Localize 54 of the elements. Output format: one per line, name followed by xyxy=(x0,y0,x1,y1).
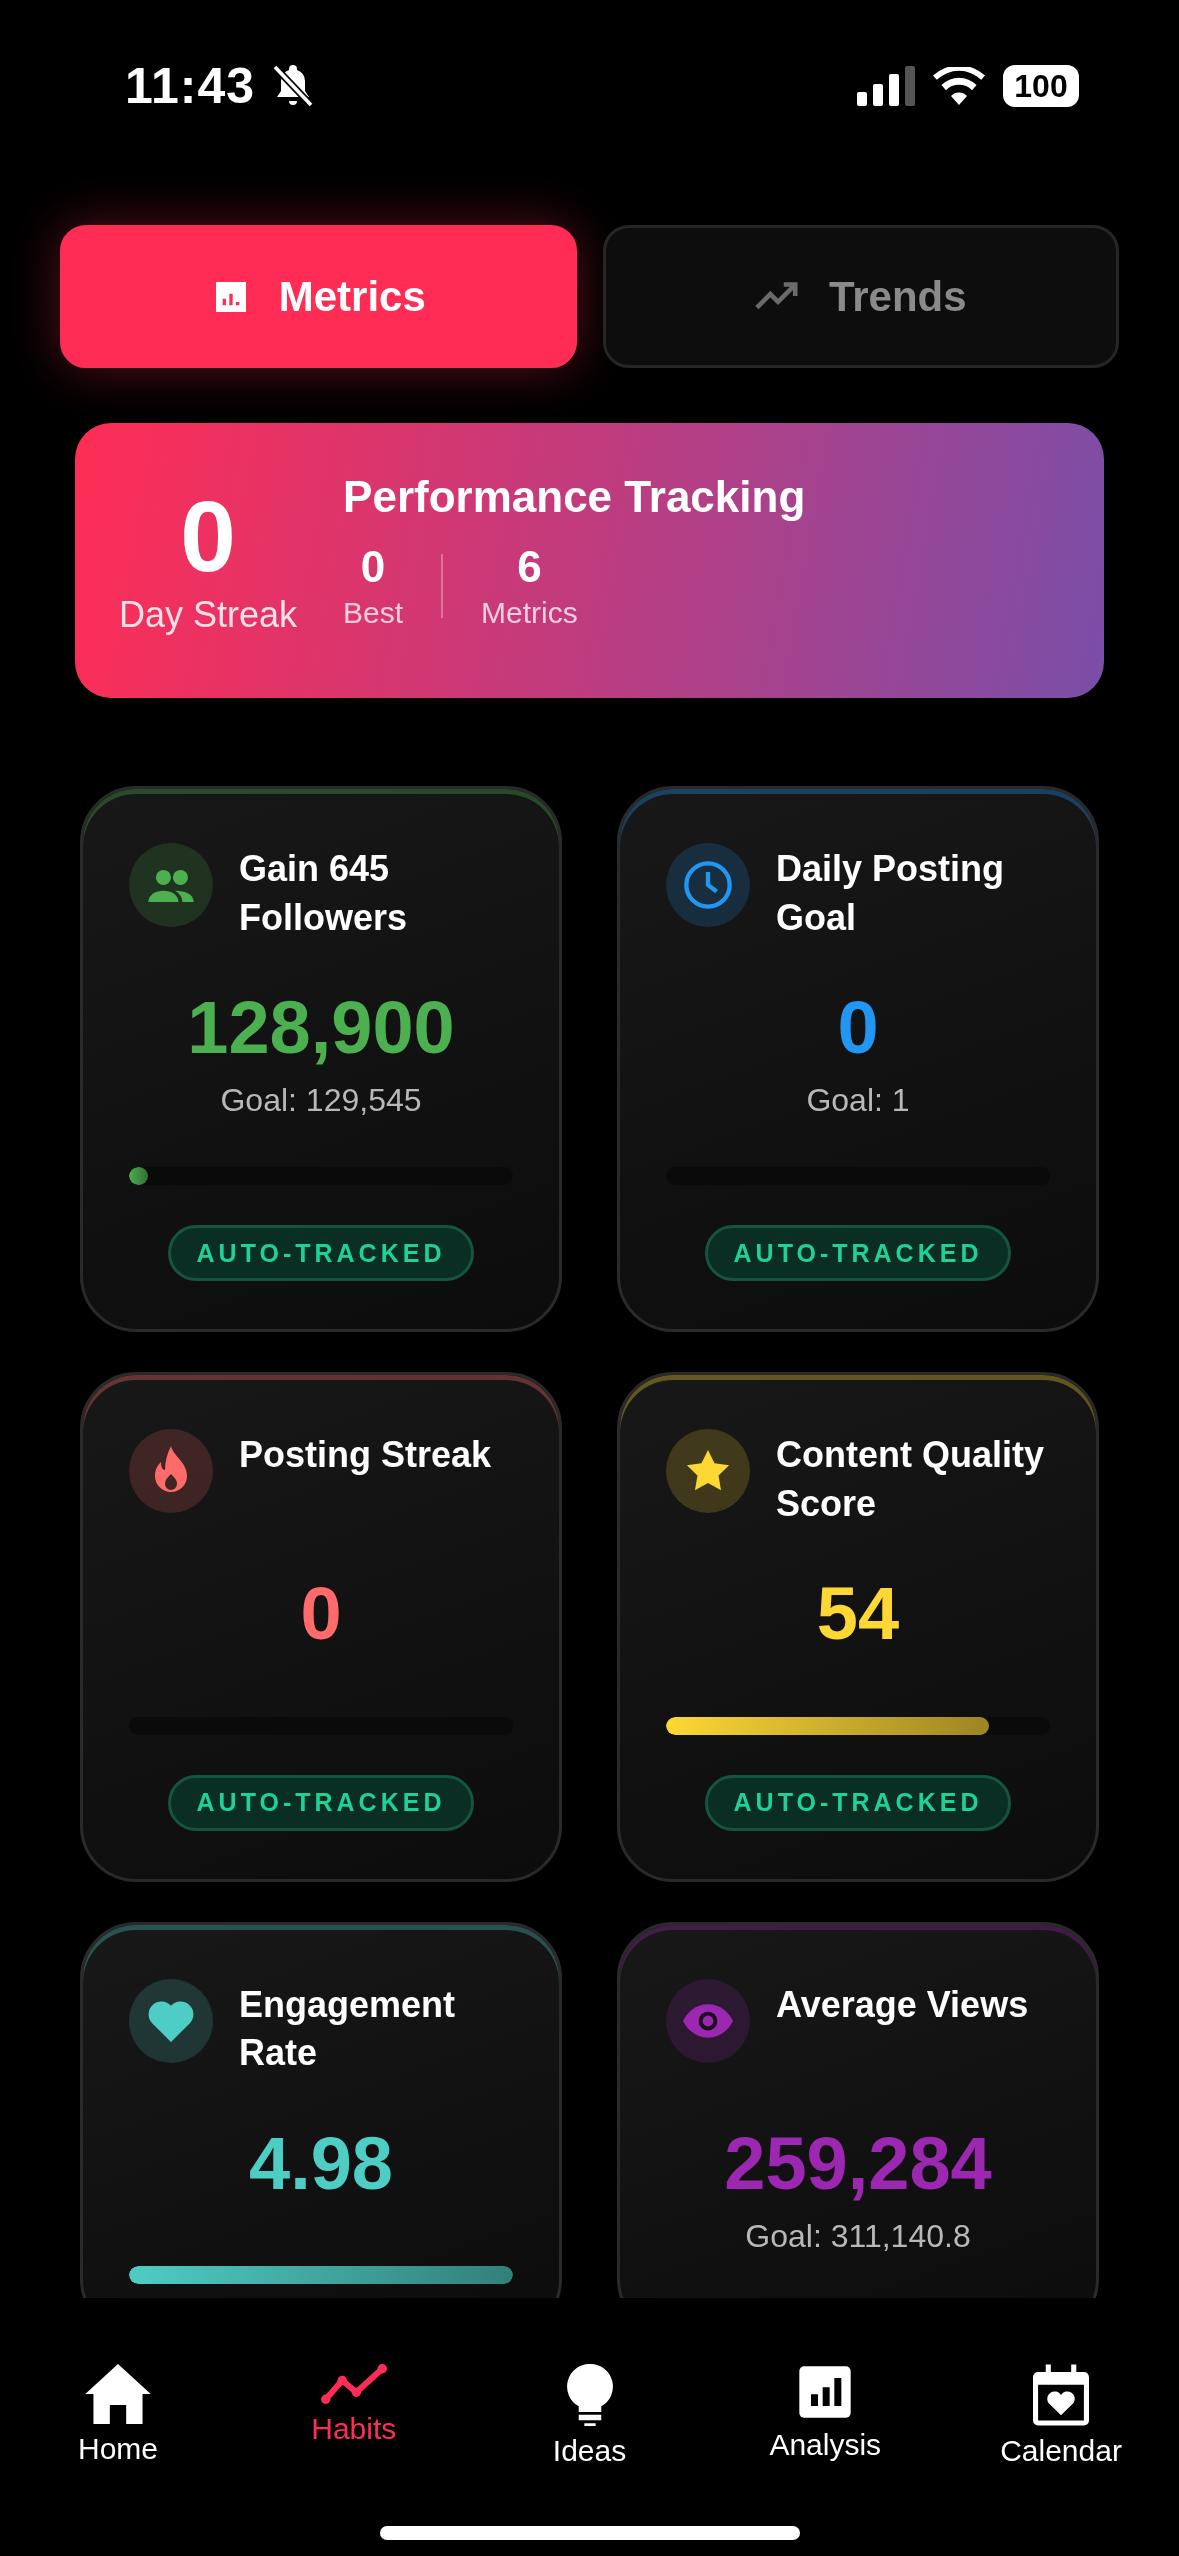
metric-value: 54 xyxy=(816,1573,900,1655)
stat-label: Best xyxy=(343,595,404,630)
metric-card[interactable]: Average Views 259,284 Goal: 311,140.8 xyxy=(617,1921,1099,2298)
banner-title: Performance Tracking xyxy=(343,471,806,522)
clock-icon xyxy=(682,859,734,911)
auto-tracked-badge: AUTO-TRACKED xyxy=(704,1225,1012,1282)
metric-goal: Goal: 129,545 xyxy=(220,1082,422,1120)
metric-value: 0 xyxy=(837,987,879,1069)
signal-icon xyxy=(857,66,915,106)
auto-tracked-badge: AUTO-TRACKED xyxy=(704,1774,1012,1831)
stat-value: 6 xyxy=(517,541,542,592)
wifi-icon xyxy=(933,67,985,105)
metric-card[interactable]: Gain 645 Followers 128,900 Goal: 129,545 AUTO-TRACKED xyxy=(80,786,562,1333)
tab[interactable]: Metrics xyxy=(60,225,577,368)
nav-item[interactable]: Home xyxy=(38,2364,198,2468)
metric-goal: Goal: 311,140.8 xyxy=(745,2218,971,2256)
metric-title: Daily Posting Goal xyxy=(776,847,1006,940)
stat-value: 0 xyxy=(360,541,386,592)
metric-title: Engagement Rate xyxy=(239,1982,457,2076)
line-chart-icon xyxy=(320,2364,387,2404)
heart-icon xyxy=(148,1999,194,2042)
metric-title: Average Views xyxy=(776,1982,1029,2027)
status-time: 11:43 xyxy=(125,57,256,115)
eye-icon xyxy=(683,2003,733,2038)
metric-title: Gain 645 Followers xyxy=(239,847,409,940)
stat-label: Metrics xyxy=(481,595,578,630)
auto-tracked-badge: AUTO-TRACKED xyxy=(167,1225,475,1282)
nav-item[interactable]: Ideas xyxy=(509,2364,670,2468)
trending-up-icon xyxy=(754,281,801,312)
metric-value: 4.98 xyxy=(249,2122,393,2205)
metric-card[interactable]: Daily Posting Goal 0 Goal: 1 AUTO-TRACKED xyxy=(617,786,1099,1333)
metric-value: 259,284 xyxy=(724,2122,992,2205)
lightbulb-icon xyxy=(566,2364,613,2426)
metric-title: Posting Streak xyxy=(239,1433,492,1478)
nav-item[interactable]: Calendar xyxy=(981,2364,1141,2468)
home-icon xyxy=(85,2364,151,2424)
battery-indicator: 100 xyxy=(1003,65,1079,107)
tab[interactable]: Trends xyxy=(602,225,1119,368)
metric-card[interactable]: Posting Streak 0 AUTO-TRACKED xyxy=(80,1372,562,1882)
nav-item[interactable]: Habits xyxy=(273,2364,434,2468)
metric-value: 128,900 xyxy=(187,987,455,1069)
streak-label: Day Streak xyxy=(119,593,298,636)
metric-title: Content Quality Score xyxy=(776,1433,1045,1526)
nav-item[interactable]: Analysis xyxy=(745,2364,906,2468)
auto-tracked-badge: AUTO-TRACKED xyxy=(167,1774,475,1831)
streak-count: 0 xyxy=(180,485,236,586)
metric-value: 0 xyxy=(300,1573,342,1655)
metric-card[interactable]: Engagement Rate 4.98 xyxy=(80,1921,562,2298)
metric-card[interactable]: Content Quality Score 54 AUTO-TRACKED xyxy=(617,1372,1099,1882)
calendar-heart-icon xyxy=(1033,2364,1089,2426)
people-icon xyxy=(148,868,194,902)
bar-chart-icon xyxy=(797,2364,854,2420)
metric-goal: Goal: 1 xyxy=(806,1082,910,1120)
bell-off-icon xyxy=(273,65,314,107)
